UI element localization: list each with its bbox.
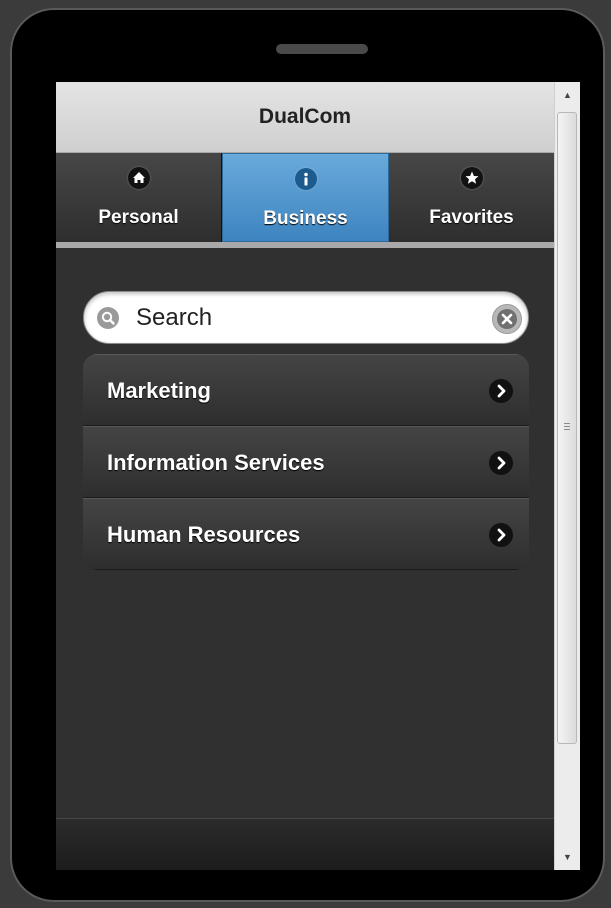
list-item-human-resources[interactable]: Human Resources [83,498,529,570]
tab-bar: Personal Business Favorites [56,153,554,248]
vertical-scrollbar[interactable]: ▲ ▼ [554,82,580,870]
app-screen: DualCom Personal Business Favorites Sear… [56,82,554,870]
info-icon [294,168,317,190]
chevron-right-icon [489,379,513,403]
list-item-label: Human Resources [107,522,301,547]
list-item-information-services[interactable]: Information Services [83,426,529,498]
chevron-right-icon [489,523,513,547]
tab-personal[interactable]: Personal [56,153,222,242]
scrollbar-thumb[interactable] [557,112,577,744]
grip-icon [564,423,570,430]
footer-bar [56,818,554,870]
tab-favorites[interactable]: Favorites [389,153,554,242]
search-box [83,291,529,344]
tab-label: Business [263,208,348,229]
list-item-label: Marketing [107,378,211,403]
search-input[interactable] [136,299,476,337]
tab-label: Personal [98,207,179,228]
header-bar: DualCom [56,82,554,153]
list-item-label: Information Services [107,450,325,475]
page-title: DualCom [258,105,352,128]
chevron-right-icon [489,451,513,475]
home-icon [127,167,150,189]
tab-business[interactable]: Business [222,153,389,242]
tab-label: Favorites [429,207,514,228]
speaker-slot [276,44,368,54]
department-list: Marketing Information Services Human Res… [83,354,529,570]
list-item-marketing[interactable]: Marketing [83,354,529,426]
search-icon [97,307,119,329]
scroll-down-icon[interactable]: ▼ [555,846,580,868]
close-icon [497,309,517,329]
scroll-up-icon[interactable]: ▲ [555,84,580,106]
star-icon [460,167,483,189]
clear-search-button[interactable] [492,304,522,334]
